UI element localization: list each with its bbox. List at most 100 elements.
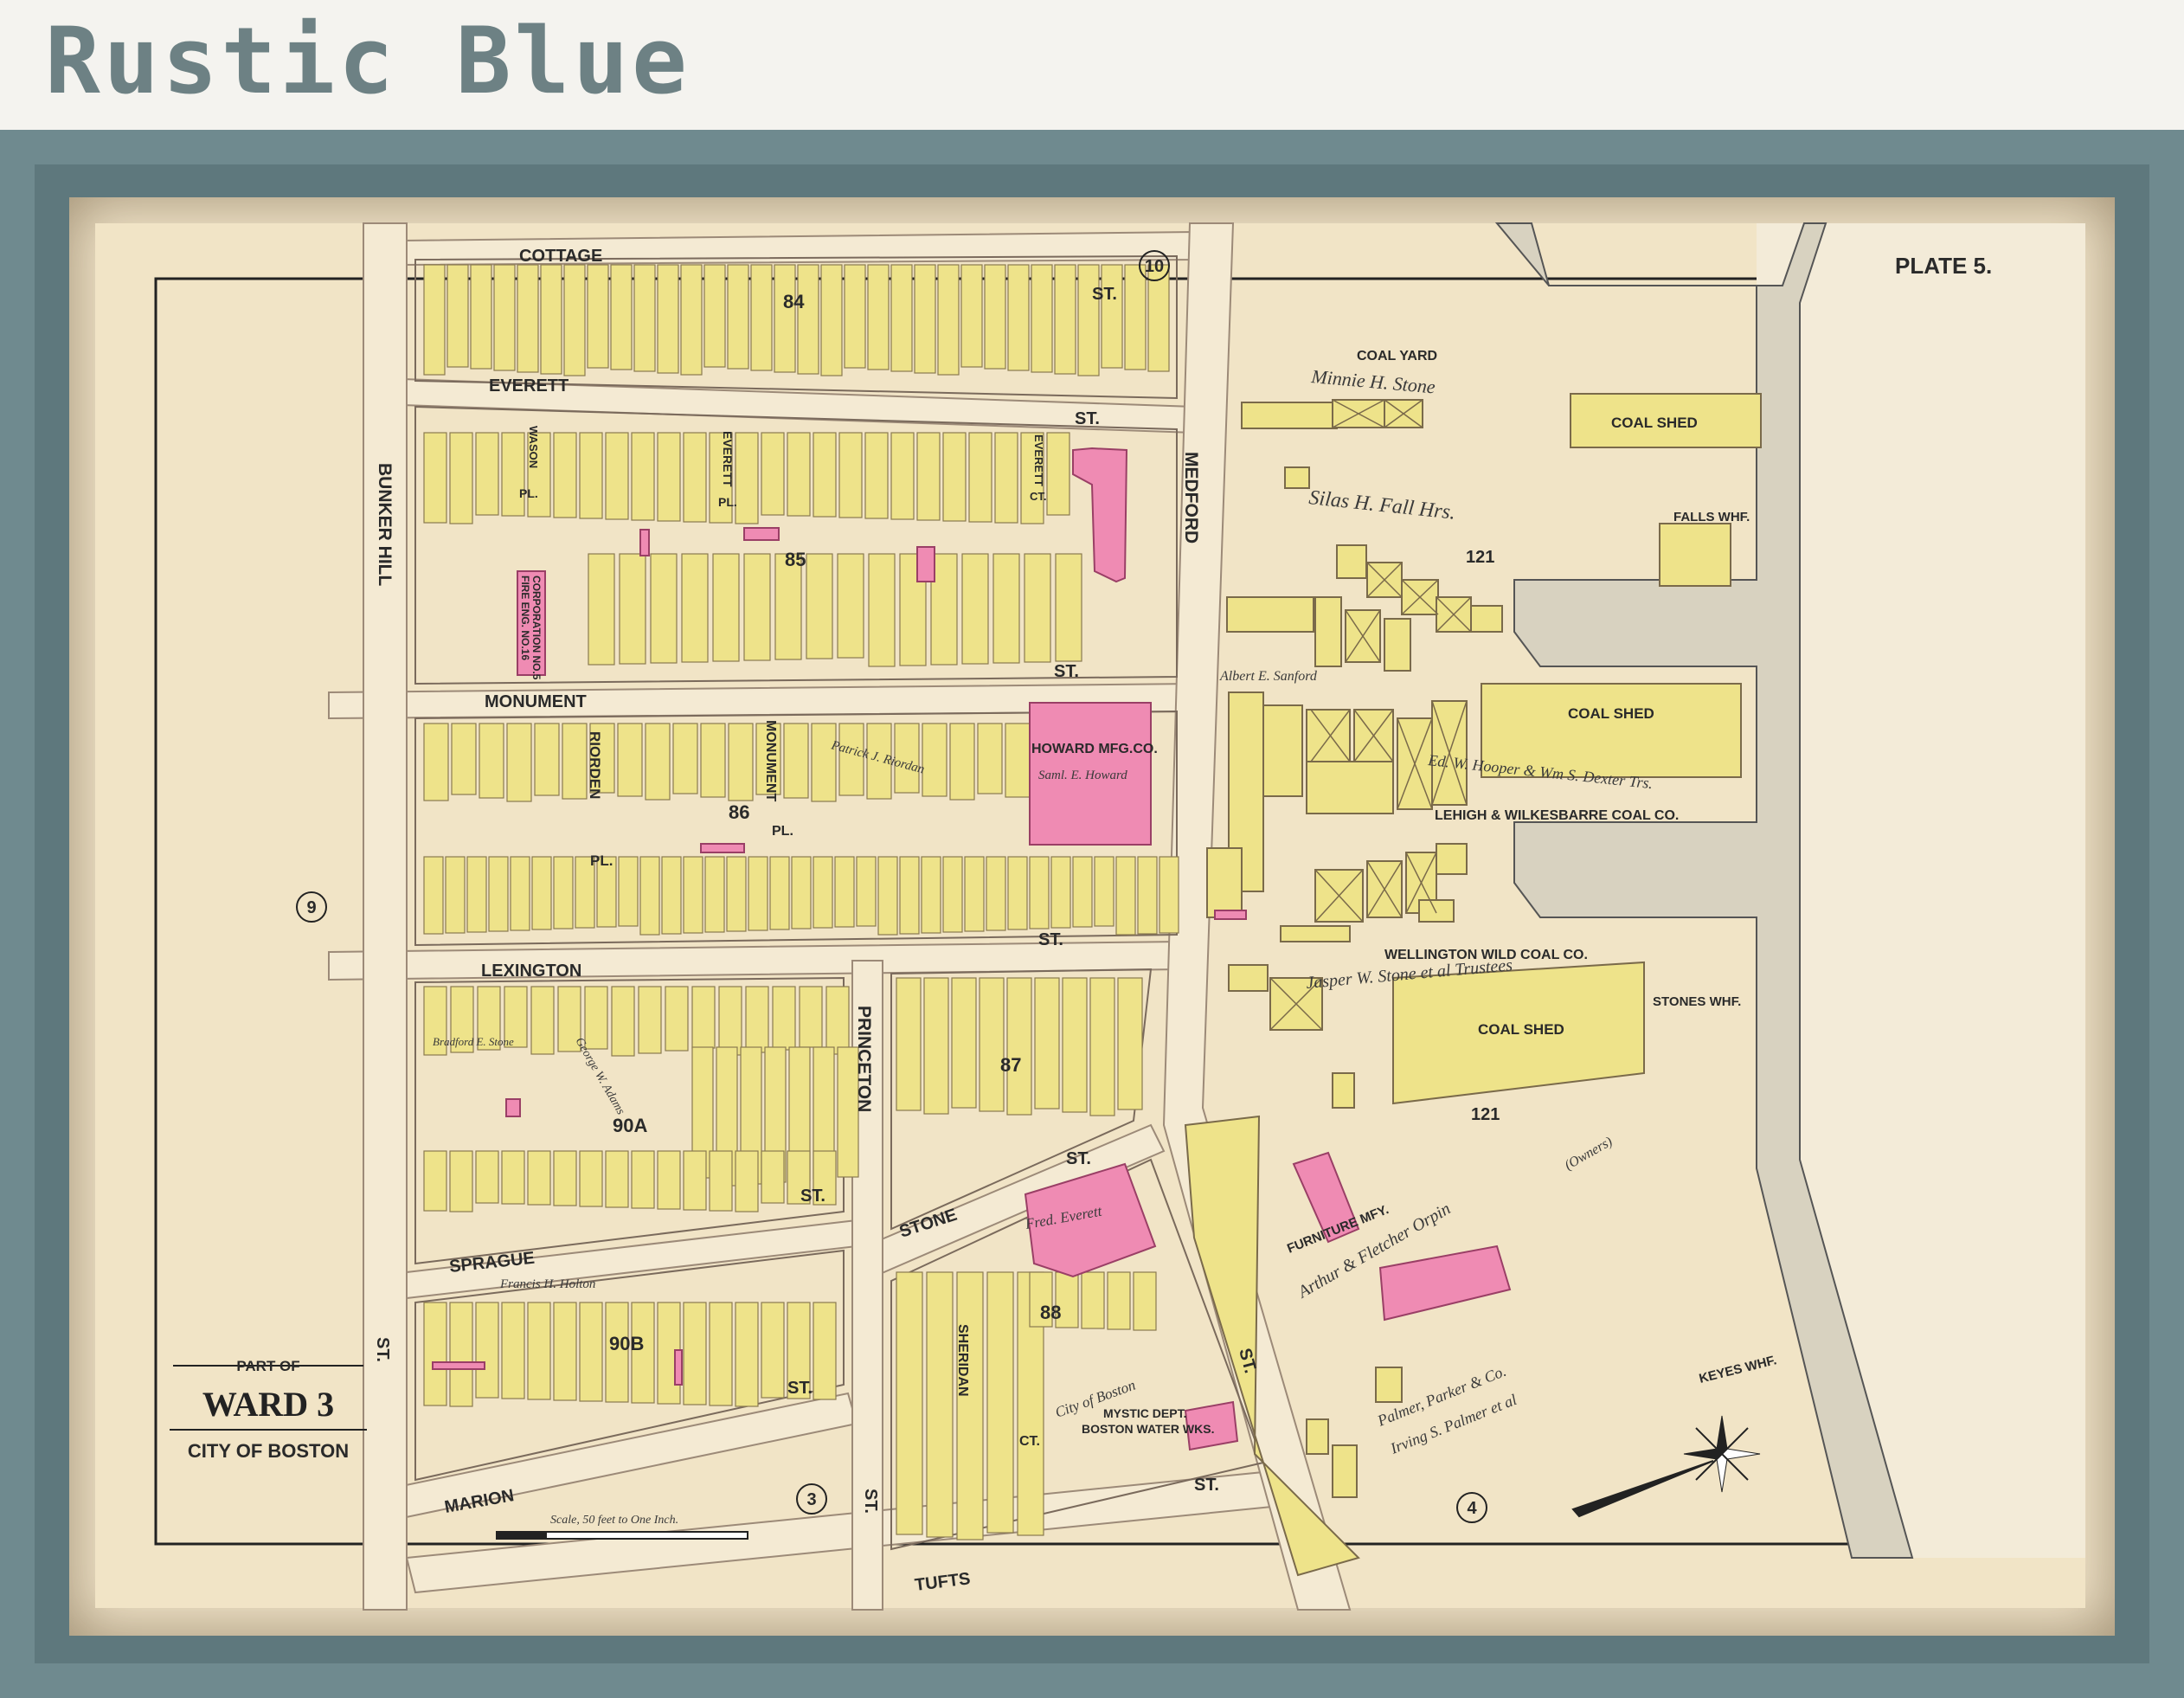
- row-house: [743, 553, 771, 661]
- label-sheridan: SHERIDAN: [955, 1324, 970, 1397]
- row-house: [735, 1302, 759, 1407]
- row-house: [968, 432, 992, 523]
- row-house: [657, 1150, 681, 1210]
- map-plate: PLATE 5. COTTAGE ST. EVERETT ST. MONUMEN…: [95, 222, 2085, 1611]
- row-house: [451, 723, 477, 795]
- row-house: [1007, 264, 1030, 371]
- row-house: [837, 553, 864, 659]
- row-house: [605, 432, 629, 520]
- row-house: [813, 1302, 837, 1400]
- row-house: [942, 856, 963, 933]
- row-house: [700, 723, 726, 798]
- label-tufts-st: ST.: [1194, 1476, 1219, 1495]
- row-house: [774, 264, 796, 373]
- row-house: [449, 432, 473, 524]
- row-house: [979, 977, 1005, 1112]
- row-house: [638, 986, 662, 1054]
- row-house: [691, 986, 716, 1049]
- row-house: [916, 432, 941, 521]
- label-sprague-st: ST.: [800, 1187, 825, 1206]
- row-house: [562, 723, 588, 800]
- row-house: [890, 264, 913, 372]
- row-house: [844, 264, 866, 369]
- owner-albert-sanford: Albert E. Sanford: [1219, 669, 1318, 684]
- row-house: [553, 432, 577, 518]
- row-house: [1072, 856, 1093, 928]
- row-house: [864, 432, 889, 519]
- row-house: [937, 264, 960, 376]
- row-house: [488, 856, 509, 932]
- row-house: [838, 432, 863, 518]
- row-house: [984, 264, 1006, 370]
- row-house: [986, 856, 1006, 931]
- row-house: [1062, 977, 1088, 1113]
- row-house: [510, 856, 530, 931]
- row-house: [506, 723, 532, 802]
- row-house: [584, 986, 608, 1050]
- row-house: [748, 856, 768, 931]
- row-house: [712, 553, 740, 662]
- row-house: [534, 723, 560, 796]
- row-house: [610, 264, 633, 370]
- label-lexington: LEXINGTON: [481, 962, 581, 981]
- row-house: [951, 977, 977, 1109]
- owner-francis-holton: Francis H. Holton: [499, 1277, 595, 1291]
- row-house: [923, 977, 949, 1115]
- row-house: [617, 723, 643, 797]
- row-house: [579, 432, 603, 519]
- row-house: [926, 1271, 954, 1538]
- label-everett-ct-ct: CT.: [1030, 490, 1047, 503]
- row-house: [1007, 856, 1028, 930]
- label-riorden-pl: PL.: [590, 852, 613, 869]
- label-everett-pl-pl: PL.: [718, 495, 737, 509]
- label-everett-ct: EVERETT: [1032, 434, 1045, 486]
- label-howard: HOWARD MFG.CO.: [1031, 742, 1158, 756]
- row-house: [820, 264, 843, 376]
- row-house: [960, 264, 983, 368]
- row-house: [683, 1302, 707, 1405]
- label-lexington-st: ST.: [1038, 930, 1063, 949]
- row-house: [856, 856, 877, 927]
- plate-number: PLATE 5.: [1895, 253, 1992, 279]
- row-house: [718, 986, 742, 1056]
- row-house: [761, 1150, 785, 1204]
- row-house: [683, 432, 707, 523]
- label-mystic-2: BOSTON WATER WKS.: [1082, 1422, 1214, 1436]
- row-house: [1094, 856, 1114, 927]
- row-house: [1107, 1271, 1131, 1330]
- row-house: [683, 1150, 707, 1211]
- row-house: [672, 723, 698, 794]
- owner-bradford-stone: Bradford E. Stone: [433, 1035, 514, 1048]
- label-princeton-st: ST.: [861, 1489, 880, 1514]
- row-house: [813, 856, 833, 929]
- row-house: [530, 986, 555, 1055]
- row-house: [791, 856, 812, 929]
- row-house: [1050, 856, 1071, 929]
- row-house: [553, 1302, 577, 1401]
- row-house: [475, 1150, 499, 1204]
- row-house: [867, 264, 890, 370]
- row-house: [423, 1302, 447, 1406]
- row-house: [890, 432, 915, 520]
- row-house: [493, 264, 516, 371]
- row-house: [517, 264, 539, 373]
- plate-ref-10: 10: [1145, 257, 1164, 276]
- block-90a: 90A: [613, 1115, 647, 1136]
- row-house: [1055, 553, 1082, 662]
- row-house: [657, 264, 679, 374]
- row-house: [964, 856, 985, 932]
- row-house: [540, 264, 562, 375]
- row-house: [563, 264, 586, 376]
- row-house: [449, 1302, 473, 1407]
- row-house: [661, 856, 682, 935]
- row-house: [645, 723, 671, 801]
- row-house: [665, 986, 689, 1052]
- label-falls-whf: FALLS WHF.: [1673, 510, 1750, 524]
- label-sheridan-ct: CT.: [1019, 1434, 1040, 1449]
- row-house: [639, 856, 660, 936]
- row-house: [475, 432, 499, 516]
- row-house: [579, 1150, 603, 1207]
- row-house: [942, 432, 967, 522]
- row-house: [727, 264, 749, 370]
- label-coal-shed-1: COAL SHED: [1611, 415, 1698, 431]
